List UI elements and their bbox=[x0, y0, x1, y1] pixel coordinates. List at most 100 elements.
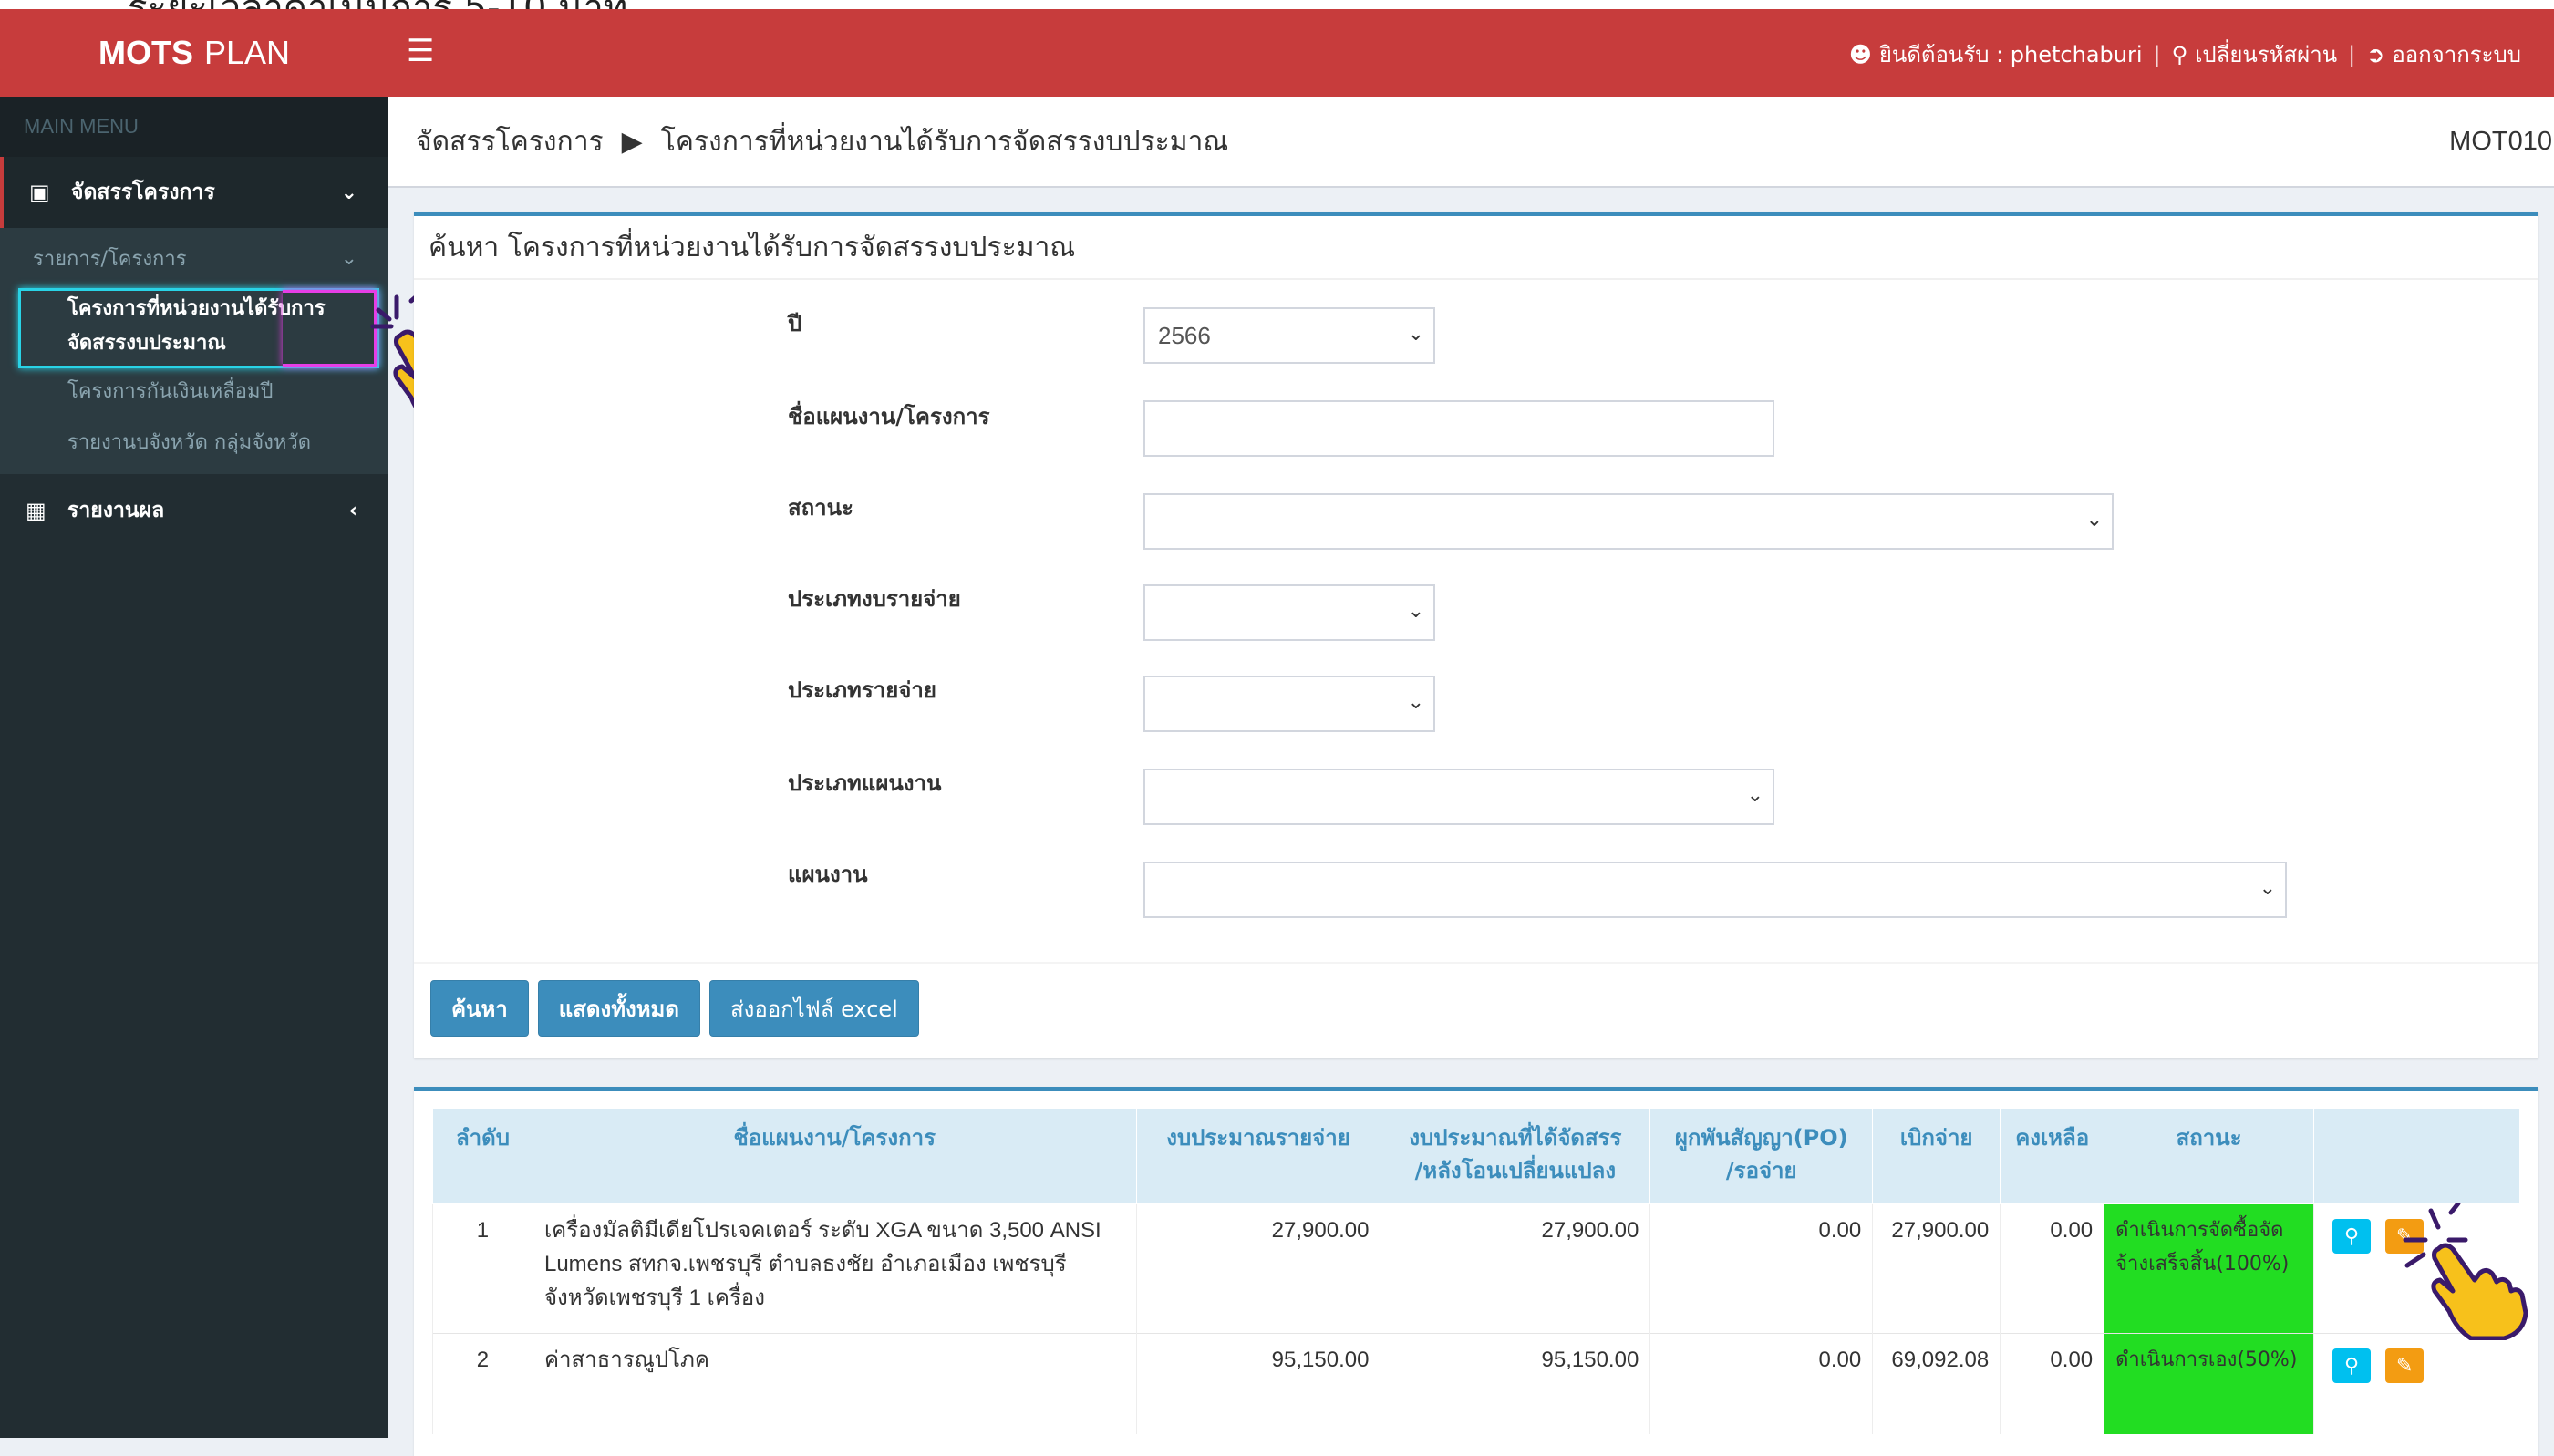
col-disbursed[interactable]: เบิกจ่าย bbox=[1872, 1108, 2001, 1204]
chevron-down-icon: ⌄ bbox=[340, 181, 357, 204]
user-icon: ☻ bbox=[1848, 41, 1872, 67]
project-name-input[interactable] bbox=[1143, 400, 1774, 457]
cell-actions: ⚲ ✎ bbox=[2313, 1333, 2520, 1434]
search-actions: ค้นหา แสดงทั้งหมด ส่งออกไฟล์ excel bbox=[430, 980, 919, 1037]
cell-remaining: 0.00 bbox=[2000, 1203, 2104, 1334]
sidebar-item-report[interactable]: ▦ รายงานผล ‹ bbox=[0, 474, 388, 547]
sidebar-leaf-province-report[interactable]: รายงานบจังหวัด กลุ่มจังหวัด bbox=[0, 418, 388, 469]
col-po-line2: /รอจ่าย bbox=[1725, 1158, 1797, 1183]
menu-toggle-icon[interactable]: ☰ bbox=[407, 33, 434, 69]
cell-budget: 27,900.00 bbox=[1135, 1203, 1380, 1334]
col-name[interactable]: ชื่อแผนงาน/โครงการ bbox=[532, 1108, 1137, 1204]
sidebar-subitem-projects[interactable]: รายการ/โครงการ ⌄ bbox=[0, 228, 388, 288]
col-po[interactable]: ผูกพันสัญญา(PO) /รอจ่าย bbox=[1649, 1108, 1874, 1204]
search-panel-title: ค้นหา โครงการที่หน่วยงานได้รับการจัดสรรง… bbox=[414, 216, 2538, 280]
col-allocated[interactable]: งบประมาณที่ได้จัดสรร/หลังโอนเปลี่ยนแปลง bbox=[1380, 1108, 1651, 1204]
cell-disbursed: 27,900.00 bbox=[1872, 1203, 2001, 1334]
chevron-down-icon: ⌄ bbox=[1746, 783, 1763, 806]
breadcrumb: จัดสรรโครงการ ▶ โครงการที่หน่วยงานได้รับ… bbox=[388, 97, 2554, 188]
col-po-line1: ผูกพันสัญญา(PO) bbox=[1674, 1125, 1848, 1151]
nav-divider: | bbox=[2153, 41, 2161, 67]
table-header-row: ลำดับ ชื่อแผนงาน/โครงการ งบประมาณรายจ่าย… bbox=[432, 1108, 2520, 1204]
chevron-down-icon: ⌄ bbox=[2259, 876, 2276, 899]
col-status[interactable]: สถานะ bbox=[2104, 1108, 2315, 1204]
search-icon: ⚲ bbox=[2343, 1224, 2360, 1247]
status-badge: ดำเนินการจัดซื้อจัดจ้างเสร็จสิ้น(100%) bbox=[2104, 1203, 2314, 1334]
nav-divider: | bbox=[2348, 41, 2356, 67]
search-button[interactable]: ค้นหา bbox=[430, 980, 529, 1037]
caret-right-icon: ▶ bbox=[621, 125, 643, 158]
cell-no: 2 bbox=[432, 1333, 533, 1434]
edit-button[interactable]: ✎ bbox=[2385, 1348, 2425, 1383]
status-select[interactable]: ⌄ bbox=[1143, 493, 2114, 550]
expense-type-label: ประเภทรายจ่าย bbox=[788, 677, 936, 703]
top-header: MOTS PLAN ☰ ☻ ยินดีต้อนรับ : phetchaburi … bbox=[0, 9, 2554, 97]
pencil-icon: ✎ bbox=[2395, 1354, 2414, 1377]
project-name-label: ชื่อแผนงาน/โครงการ bbox=[788, 404, 990, 429]
chevron-down-icon: ⌄ bbox=[340, 246, 357, 270]
sidebar-item-label: รายงานผล bbox=[67, 499, 165, 522]
sidebar-subitem-label: รายการ/โครงการ bbox=[33, 247, 187, 271]
status-badge: ดำเนินการเอง(50%) bbox=[2104, 1333, 2314, 1434]
cell-no: 1 bbox=[432, 1203, 533, 1334]
year-select-value: 2566 bbox=[1158, 321, 1211, 349]
year-select[interactable]: 2566 ⌄ bbox=[1143, 307, 1435, 364]
file-excel-icon: ▦ bbox=[26, 498, 47, 523]
chevron-down-icon: ⌄ bbox=[1407, 599, 1424, 622]
pointer-hand-icon bbox=[2403, 1203, 2528, 1340]
cell-po: 0.00 bbox=[1649, 1203, 1873, 1334]
cell-budget: 95,150.00 bbox=[1135, 1333, 1380, 1434]
chevron-down-icon: ⌄ bbox=[2085, 508, 2103, 531]
cell-name: ค่าสาธารณูปโภค bbox=[532, 1333, 1137, 1434]
change-password-link[interactable]: เปลี่ยนรหัสผ่าน bbox=[2195, 36, 2337, 72]
col-remaining[interactable]: คงเหลือ bbox=[2000, 1108, 2105, 1204]
book-icon: ▣ bbox=[29, 180, 50, 205]
year-label: ปี bbox=[788, 311, 802, 336]
search-panel: ค้นหา โครงการที่หน่วยงานได้รับการจัดสรรง… bbox=[414, 212, 2538, 1058]
results-table: ลำดับ ชื่อแผนงาน/โครงการ งบประมาณรายจ่าย… bbox=[432, 1108, 2520, 1434]
col-allocated-line2: /หลังโอนเปลี่ยนแปลง bbox=[1414, 1158, 1617, 1183]
cell-name: เครื่องมัลติมีเดียโปรเจคเตอร์ ระดับ XGA … bbox=[532, 1203, 1137, 1334]
sidebar-item-allocation[interactable]: ▣ จัดสรรโครงการ ⌄ bbox=[0, 157, 388, 228]
sidebar: MAIN MENU ▣ จัดสรรโครงการ ⌄ รายการ/โครงก… bbox=[0, 97, 388, 1438]
col-allocated-line1: งบประมาณที่ได้จัดสรร bbox=[1409, 1125, 1622, 1151]
plan-type-select[interactable]: ⌄ bbox=[1143, 769, 1774, 825]
brand-logo[interactable]: MOTS PLAN bbox=[0, 9, 388, 97]
chevron-down-icon: ⌄ bbox=[1407, 322, 1424, 345]
plan-type-label: ประเภทแผนงาน bbox=[788, 770, 942, 796]
cell-remaining: 0.00 bbox=[2000, 1333, 2104, 1434]
budget-type-label: ประเภทงบรายจ่าย bbox=[788, 586, 961, 612]
chevron-down-icon: ⌄ bbox=[1407, 690, 1424, 713]
budget-type-select[interactable]: ⌄ bbox=[1143, 584, 1435, 641]
plan-label: แผนงาน bbox=[788, 862, 868, 887]
cell-allocated: 27,900.00 bbox=[1380, 1203, 1650, 1334]
col-no[interactable]: ลำดับ bbox=[432, 1108, 533, 1204]
sidebar-header: MAIN MENU bbox=[0, 97, 388, 157]
search-icon: ⚲ bbox=[2343, 1354, 2360, 1377]
col-budget[interactable]: งบประมาณรายจ่าย bbox=[1135, 1108, 1381, 1204]
divider bbox=[414, 962, 2538, 964]
top-nav: ☻ ยินดีต้อนรับ : phetchaburi | ⚲ เปลี่ยน… bbox=[1849, 36, 2521, 72]
view-button[interactable]: ⚲ bbox=[2332, 1219, 2372, 1254]
cell-po: 0.00 bbox=[1649, 1333, 1873, 1434]
chevron-left-icon: ‹ bbox=[348, 499, 357, 522]
cell-allocated: 95,150.00 bbox=[1380, 1333, 1650, 1434]
top-cut-caption: ระยะเวลาดำเนินการ 5-10 นาที bbox=[0, 0, 2554, 9]
logout-icon: ➲ bbox=[2366, 41, 2385, 67]
welcome-text[interactable]: ยินดีต้อนรับ : phetchaburi bbox=[1879, 36, 2143, 72]
export-excel-button[interactable]: ส่งออกไฟล์ excel bbox=[708, 980, 919, 1037]
expense-type-select[interactable]: ⌄ bbox=[1143, 676, 1435, 732]
key-icon: ⚲ bbox=[2171, 41, 2188, 67]
sidebar-leaf-carryover[interactable]: โครงการกันเงินเหลื่อมปี bbox=[0, 367, 388, 418]
results-panel: ลำดับ ชื่อแผนงาน/โครงการ งบประมาณรายจ่าย… bbox=[414, 1087, 2538, 1456]
page-code: MOT010 bbox=[2449, 126, 2552, 156]
logout-link[interactable]: ออกจากระบบ bbox=[2392, 36, 2521, 72]
sidebar-item-label: จัดสรรโครงการ bbox=[71, 181, 215, 204]
col-actions bbox=[2313, 1108, 2520, 1204]
view-button[interactable]: ⚲ bbox=[2332, 1348, 2372, 1383]
table-row: 1 เครื่องมัลติมีเดียโปรเจคเตอร์ ระดับ XG… bbox=[432, 1203, 2520, 1334]
table-row: 2 ค่าสาธารณูปโภค 95,150.00 95,150.00 0.0… bbox=[432, 1333, 2520, 1434]
show-all-button[interactable]: แสดงทั้งหมด bbox=[537, 980, 700, 1037]
plan-select[interactable]: ⌄ bbox=[1143, 862, 2287, 918]
breadcrumb-root[interactable]: จัดสรรโครงการ bbox=[416, 120, 604, 163]
